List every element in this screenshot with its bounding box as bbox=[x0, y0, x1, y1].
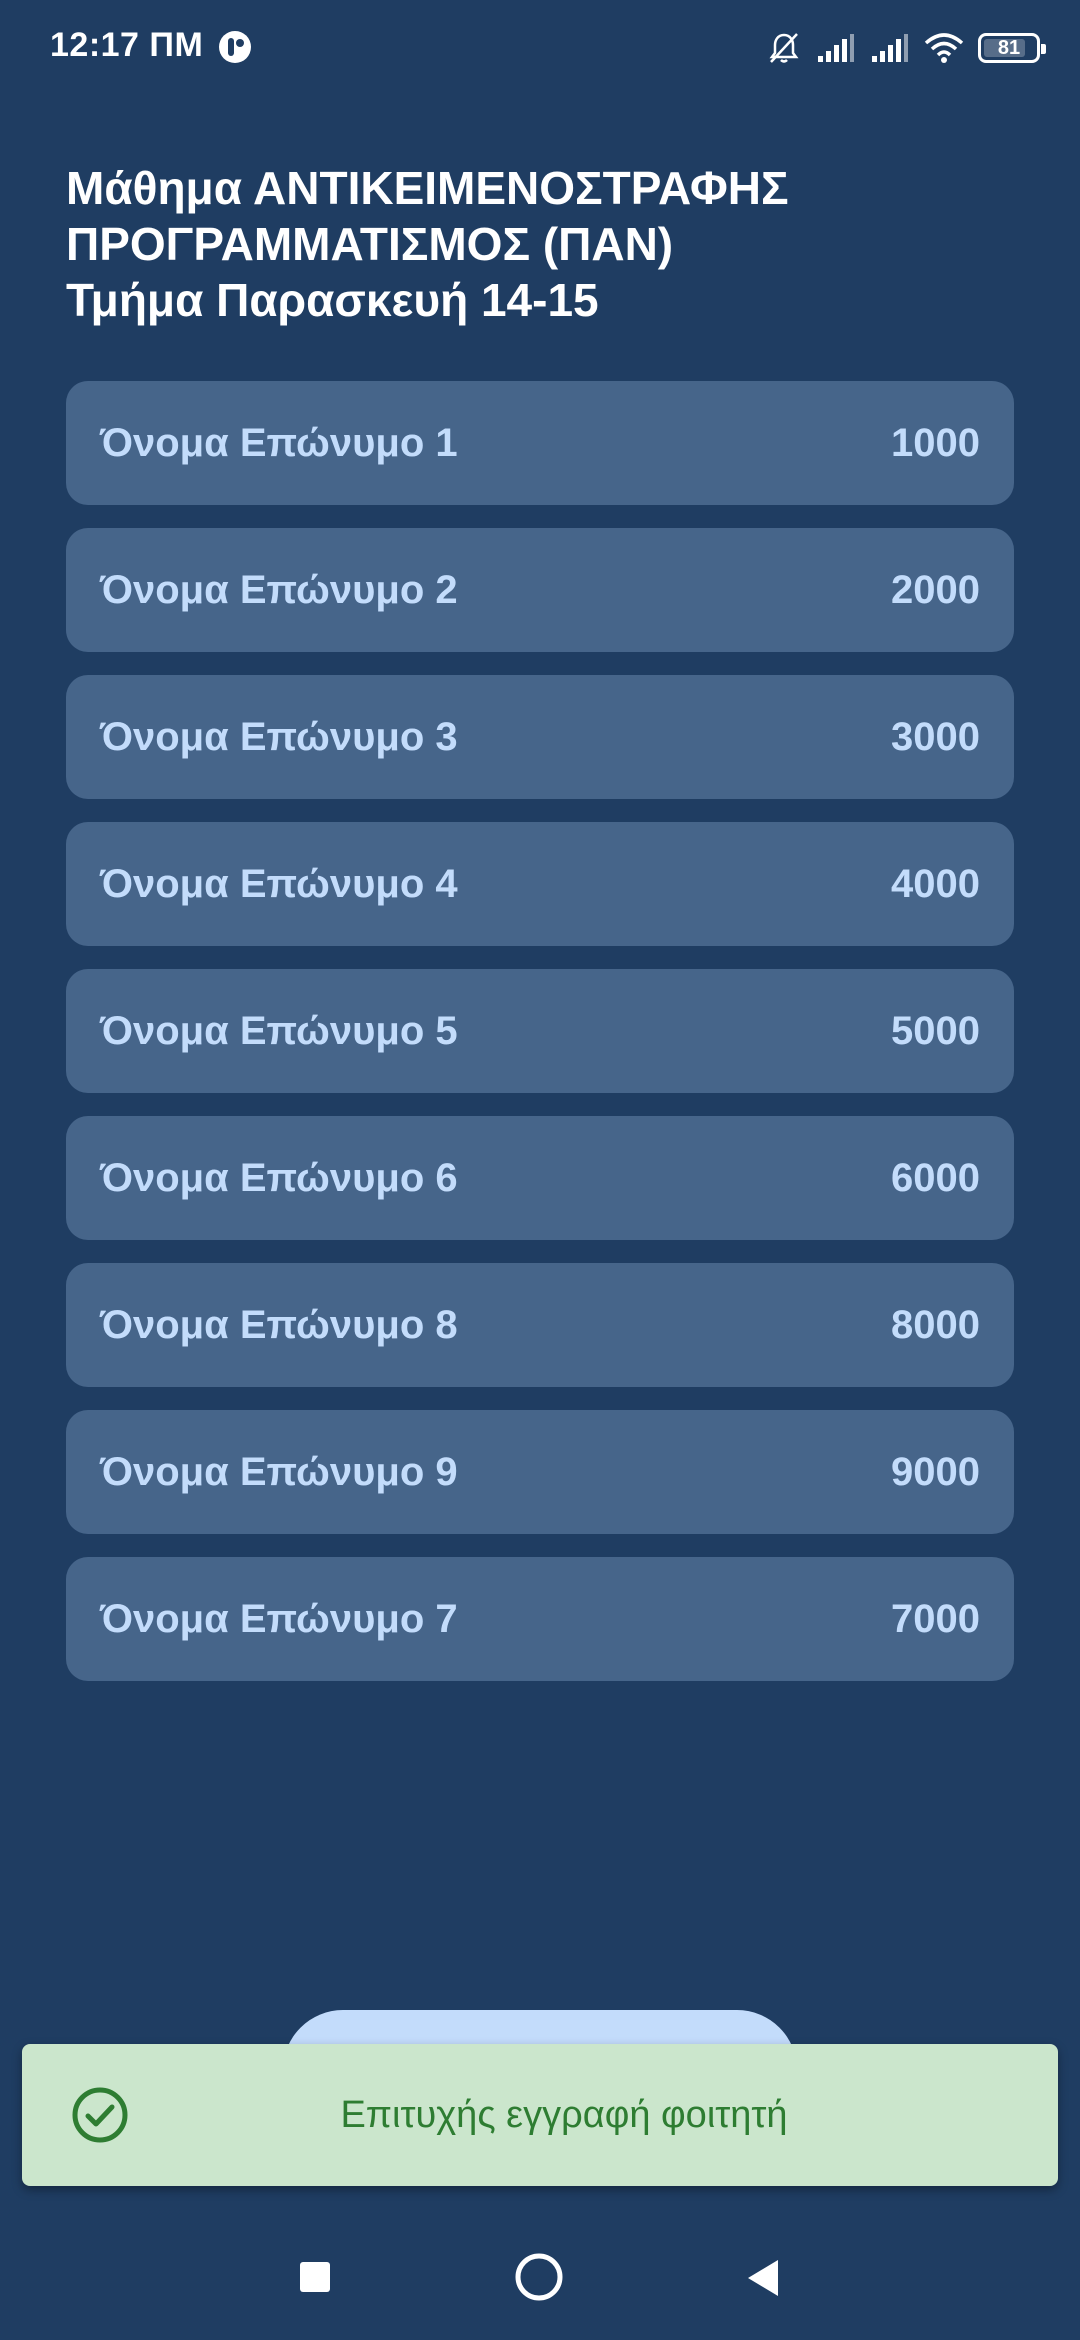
snackbar-message: Επιτυχής εγγραφή φοιτητή bbox=[340, 2093, 788, 2136]
recents-button[interactable] bbox=[300, 2262, 330, 2292]
student-id: 6000 bbox=[891, 1155, 980, 1200]
student-row[interactable]: Όνομα Επώνυμο 2 2000 bbox=[66, 528, 1014, 652]
status-time: 12:17 ΠΜ bbox=[50, 26, 204, 64]
student-row[interactable]: Όνομα Επώνυμο 7 7000 bbox=[66, 1557, 1014, 1681]
home-button[interactable] bbox=[514, 2252, 564, 2302]
navigation-bar bbox=[0, 2220, 1080, 2340]
student-name: Όνομα Επώνυμο 9 bbox=[100, 1449, 458, 1494]
check-circle-icon bbox=[72, 2087, 128, 2143]
student-id: 5000 bbox=[891, 1008, 980, 1053]
title-line-section: Τμήμα Παρασκευή 14-15 bbox=[66, 274, 599, 326]
student-list: Όνομα Επώνυμο 1 1000 Όνομα Επώνυμο 2 200… bbox=[66, 381, 1014, 1704]
status-bar: 12:17 ΠΜ 81 bbox=[0, 0, 1080, 100]
status-icons: 81 bbox=[766, 28, 1046, 68]
battery-icon: 81 bbox=[978, 33, 1046, 63]
signal-icon bbox=[818, 34, 854, 62]
student-name: Όνομα Επώνυμο 5 bbox=[100, 1008, 458, 1053]
student-id: 3000 bbox=[891, 714, 980, 759]
title-line-course: Μάθημα ΑΝΤΙΚΕΙΜΕΝΟΣΤΡΑΦΗΣ bbox=[66, 162, 789, 214]
student-id: 8000 bbox=[891, 1302, 980, 1347]
student-name: Όνομα Επώνυμο 2 bbox=[100, 567, 458, 612]
student-id: 7000 bbox=[891, 1596, 980, 1641]
student-id: 9000 bbox=[891, 1449, 980, 1494]
wifi-icon bbox=[924, 33, 964, 63]
signal-icon-2 bbox=[872, 34, 908, 62]
student-name: Όνομα Επώνυμο 1 bbox=[100, 420, 458, 465]
student-id: 2000 bbox=[891, 567, 980, 612]
student-name: Όνομα Επώνυμο 4 bbox=[100, 861, 458, 906]
battery-cap bbox=[1041, 44, 1046, 54]
title-line-course-2: ΠΡΟΓΡΑΜΜΑΤΙΣΜΟΣ (ΠΑΝ) bbox=[66, 218, 674, 270]
battery-percentage: 81 bbox=[997, 36, 1021, 59]
student-id: 1000 bbox=[891, 420, 980, 465]
student-id: 4000 bbox=[891, 861, 980, 906]
student-row[interactable]: Όνομα Επώνυμο 5 5000 bbox=[66, 969, 1014, 1093]
app-notification-icon bbox=[219, 31, 251, 63]
page-title: Μάθημα ΑΝΤΙΚΕΙΜΕΝΟΣΤΡΑΦΗΣ ΠΡΟΓΡΑΜΜΑΤΙΣΜΟ… bbox=[66, 160, 1026, 328]
student-row[interactable]: Όνομα Επώνυμο 8 8000 bbox=[66, 1263, 1014, 1387]
student-row[interactable]: Όνομα Επώνυμο 3 3000 bbox=[66, 675, 1014, 799]
student-name: Όνομα Επώνυμο 7 bbox=[100, 1596, 458, 1641]
student-name: Όνομα Επώνυμο 3 bbox=[100, 714, 458, 759]
student-row[interactable]: Όνομα Επώνυμο 4 4000 bbox=[66, 822, 1014, 946]
success-snackbar: Επιτυχής εγγραφή φοιτητή bbox=[22, 2044, 1058, 2186]
student-row[interactable]: Όνομα Επώνυμο 9 9000 bbox=[66, 1410, 1014, 1534]
student-name: Όνομα Επώνυμο 8 bbox=[100, 1302, 458, 1347]
student-name: Όνομα Επώνυμο 6 bbox=[100, 1155, 458, 1200]
student-row[interactable]: Όνομα Επώνυμο 6 6000 bbox=[66, 1116, 1014, 1240]
student-row[interactable]: Όνομα Επώνυμο 1 1000 bbox=[66, 381, 1014, 505]
back-button[interactable] bbox=[742, 2256, 782, 2300]
bell-off-icon bbox=[769, 33, 799, 63]
